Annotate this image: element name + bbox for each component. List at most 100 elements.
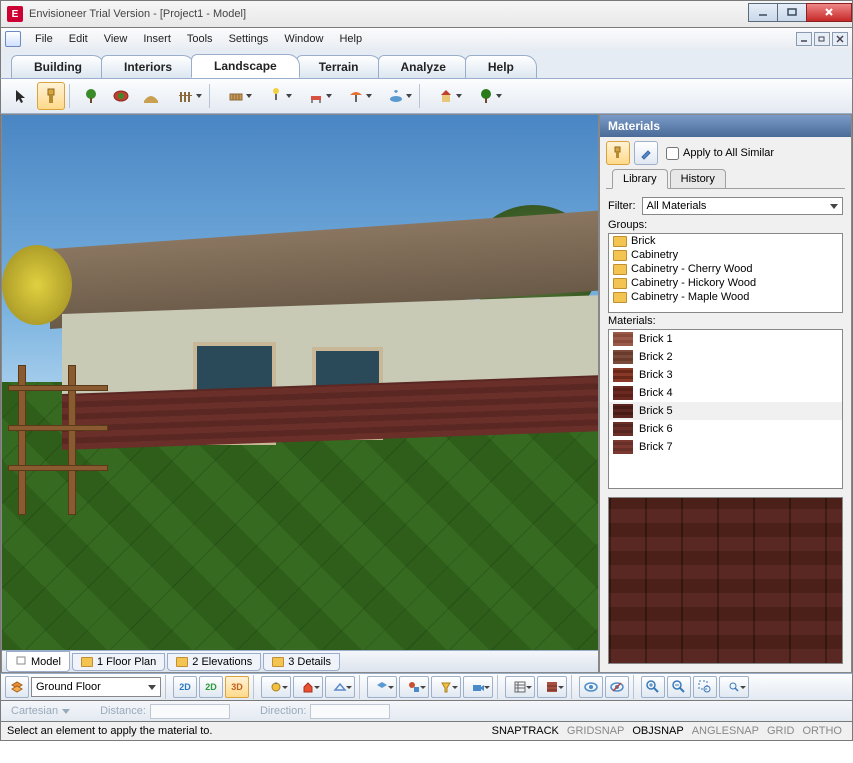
fence-tool[interactable]: [167, 82, 205, 110]
floor-selector[interactable]: Ground Floor: [31, 677, 161, 697]
layers-visibility-button[interactable]: [367, 676, 397, 698]
water-feature-tool[interactable]: [377, 82, 415, 110]
close-button[interactable]: [806, 3, 852, 22]
tree-tool[interactable]: [467, 82, 505, 110]
garden-bed-tool[interactable]: [107, 82, 135, 110]
material-swatch: [613, 332, 633, 346]
material-item[interactable]: Brick 2: [609, 348, 842, 366]
snap-objsnap[interactable]: OBJSNAP: [628, 725, 687, 737]
zoom-in-button[interactable]: [641, 676, 665, 698]
menu-help[interactable]: Help: [331, 31, 370, 47]
deck-tool[interactable]: [217, 82, 255, 110]
hide-all-button[interactable]: [605, 676, 629, 698]
tab-analyze[interactable]: Analyze: [378, 55, 469, 78]
select-tool[interactable]: [7, 82, 35, 110]
filter-dropdown[interactable]: All Materials: [642, 197, 844, 215]
direction-input[interactable]: [310, 704, 390, 719]
filter-tool[interactable]: [431, 676, 461, 698]
tab-interiors[interactable]: Interiors: [101, 55, 195, 78]
paint-material-tool[interactable]: [37, 82, 65, 110]
material-item[interactable]: Brick 7: [609, 438, 842, 456]
umbrella-tool[interactable]: [337, 82, 375, 110]
maximize-button[interactable]: [777, 3, 807, 22]
app-icon: E: [7, 6, 23, 22]
snap-gridsnap[interactable]: GRIDSNAP: [563, 725, 628, 737]
texture-tool[interactable]: [537, 676, 567, 698]
paint-mode-button[interactable]: [606, 141, 630, 165]
materials-tab-history[interactable]: History: [670, 169, 726, 189]
materials-tab-library[interactable]: Library: [612, 169, 668, 189]
camera-tool[interactable]: [463, 676, 493, 698]
material-item[interactable]: Brick 4: [609, 384, 842, 402]
distance-input[interactable]: [150, 704, 230, 719]
hatch-tool[interactable]: [505, 676, 535, 698]
material-item[interactable]: Brick 5: [609, 402, 842, 420]
edging-tool[interactable]: [137, 82, 165, 110]
material-item[interactable]: Brick 3: [609, 366, 842, 384]
mdi-restore-button[interactable]: [814, 32, 830, 46]
menu-tools[interactable]: Tools: [179, 31, 221, 47]
material-item[interactable]: Brick 6: [609, 420, 842, 438]
material-preview: [608, 497, 843, 664]
folder-icon: [613, 292, 627, 303]
menu-window[interactable]: Window: [276, 31, 331, 47]
materials-listbox[interactable]: Brick 1Brick 2Brick 3Brick 4Brick 5Brick…: [608, 329, 843, 489]
materials-panel: Materials Apply to All Similar LibraryHi…: [599, 114, 852, 673]
zoom-window-button[interactable]: [693, 676, 717, 698]
group-item[interactable]: Brick: [609, 234, 842, 248]
model-icon: [15, 654, 27, 669]
apply-all-checkbox-input[interactable]: [666, 147, 679, 160]
status-message: Select an element to apply the material …: [7, 725, 488, 737]
elevation-view-button[interactable]: [325, 676, 355, 698]
groups-listbox[interactable]: BrickCabinetryCabinetry - Cherry WoodCab…: [608, 233, 843, 313]
view-2d-button[interactable]: 2D: [173, 676, 197, 698]
tab-building[interactable]: Building: [11, 55, 105, 78]
menu-insert[interactable]: Insert: [135, 31, 179, 47]
layers-button[interactable]: [5, 676, 29, 698]
mdi-minimize-button[interactable]: [796, 32, 812, 46]
show-all-button[interactable]: [579, 676, 603, 698]
snap-ortho[interactable]: ORTHO: [798, 725, 846, 737]
menu-edit[interactable]: Edit: [61, 31, 96, 47]
group-item[interactable]: Cabinetry: [609, 248, 842, 262]
material-swatch: [613, 368, 633, 382]
hide-tool[interactable]: [399, 676, 429, 698]
viewport-tab-model[interactable]: Model: [6, 651, 70, 672]
minimize-button[interactable]: [748, 3, 778, 22]
group-item[interactable]: Cabinetry - Cherry Wood: [609, 262, 842, 276]
tab-terrain[interactable]: Terrain: [296, 55, 382, 78]
home-view-button[interactable]: [293, 676, 323, 698]
snap-anglesnap[interactable]: ANGLESNAP: [688, 725, 763, 737]
group-item[interactable]: Cabinetry - Maple Wood: [609, 290, 842, 304]
apply-all-similar-checkbox[interactable]: Apply to All Similar: [666, 147, 774, 160]
folder-icon: [176, 657, 188, 667]
tab-help[interactable]: Help: [465, 55, 537, 78]
material-swatch: [613, 440, 633, 454]
viewport-tab-1-floor-plan[interactable]: 1 Floor Plan: [72, 653, 165, 671]
viewport-tab-3-details[interactable]: 3 Details: [263, 653, 340, 671]
coord-system-label[interactable]: Cartesian: [11, 705, 58, 717]
folder-icon: [272, 657, 284, 667]
zoom-extents-button[interactable]: [719, 676, 749, 698]
eyedropper-button[interactable]: [634, 141, 658, 165]
window-title: Envisioneer Trial Version - [Project1 - …: [29, 8, 749, 20]
viewport-tab-2-elevations[interactable]: 2 Elevations: [167, 653, 261, 671]
snap-snaptrack[interactable]: SNAPTRACK: [488, 725, 563, 737]
snap-grid[interactable]: GRID: [763, 725, 799, 737]
view-2d-color-button[interactable]: 2D: [199, 676, 223, 698]
view-3d-button[interactable]: 3D: [225, 676, 249, 698]
zoom-out-button[interactable]: [667, 676, 691, 698]
material-item[interactable]: Brick 1: [609, 330, 842, 348]
viewport-3d[interactable]: Model1 Floor Plan2 Elevations3 Details: [1, 114, 599, 673]
group-item[interactable]: Cabinetry - Hickory Wood: [609, 276, 842, 290]
plant-tool[interactable]: [77, 82, 105, 110]
menu-settings[interactable]: Settings: [221, 31, 277, 47]
tab-landscape[interactable]: Landscape: [191, 54, 300, 78]
mdi-close-button[interactable]: [832, 32, 848, 46]
lighting-tool[interactable]: [257, 82, 295, 110]
menu-view[interactable]: View: [96, 31, 136, 47]
menu-file[interactable]: File: [27, 31, 61, 47]
navigate-tool[interactable]: [261, 676, 291, 698]
gazebo-tool[interactable]: [427, 82, 465, 110]
furniture-tool[interactable]: [297, 82, 335, 110]
